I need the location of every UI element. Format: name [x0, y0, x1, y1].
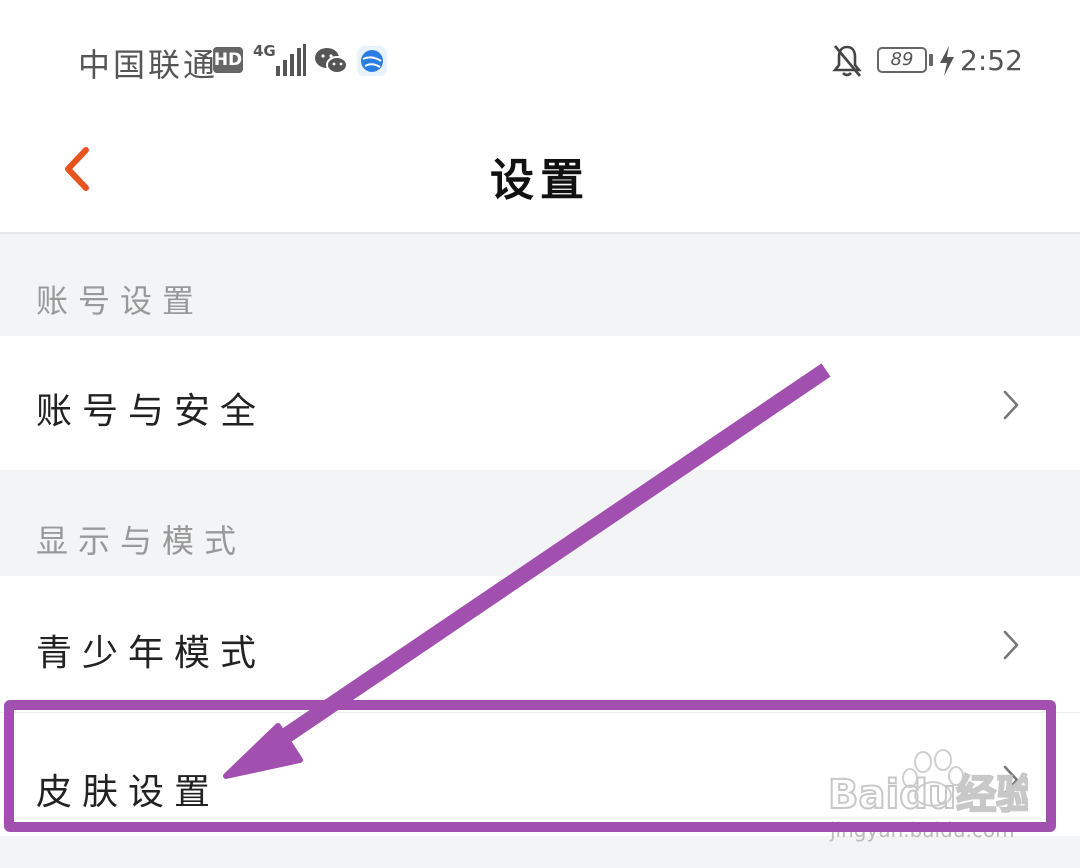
chevron-right-icon	[1003, 630, 1019, 660]
section-header-display: 显示与模式	[0, 470, 1080, 576]
chevron-right-icon	[1003, 765, 1019, 795]
charging-icon	[940, 46, 954, 76]
watermark-url: jingyan.baidu.com	[830, 818, 1015, 842]
item-label: 青少年模式	[36, 633, 267, 674]
battery-tip	[929, 54, 933, 66]
settings-item-teen-mode[interactable]: 青少年模式	[0, 576, 1080, 710]
battery-icon: 89	[877, 47, 927, 73]
item-label: 账号与安全	[36, 391, 267, 432]
hd-badge: HD	[213, 47, 243, 73]
network-type: 4G	[253, 42, 276, 60]
signal-icon	[276, 44, 306, 76]
section-label: 账号设置	[36, 282, 205, 320]
chevron-right-icon	[1003, 390, 1019, 420]
section-label: 显示与模式	[36, 522, 247, 560]
wechat-icon	[315, 48, 348, 74]
settings-item-account-security[interactable]: 账号与安全	[0, 336, 1080, 470]
carrier-name: 中国联通	[78, 46, 219, 84]
section-header-account: 账号设置	[0, 234, 1080, 336]
page-title: 设置	[490, 155, 590, 206]
clock: 2:52	[960, 44, 1023, 77]
mute-bell-icon	[832, 45, 862, 77]
item-label: 皮肤设置	[36, 772, 221, 813]
browser-icon	[357, 46, 387, 76]
status-bar: 中国联通 HD 4G 89 2:52	[0, 0, 1080, 120]
title-bar: 设置	[0, 120, 1080, 234]
